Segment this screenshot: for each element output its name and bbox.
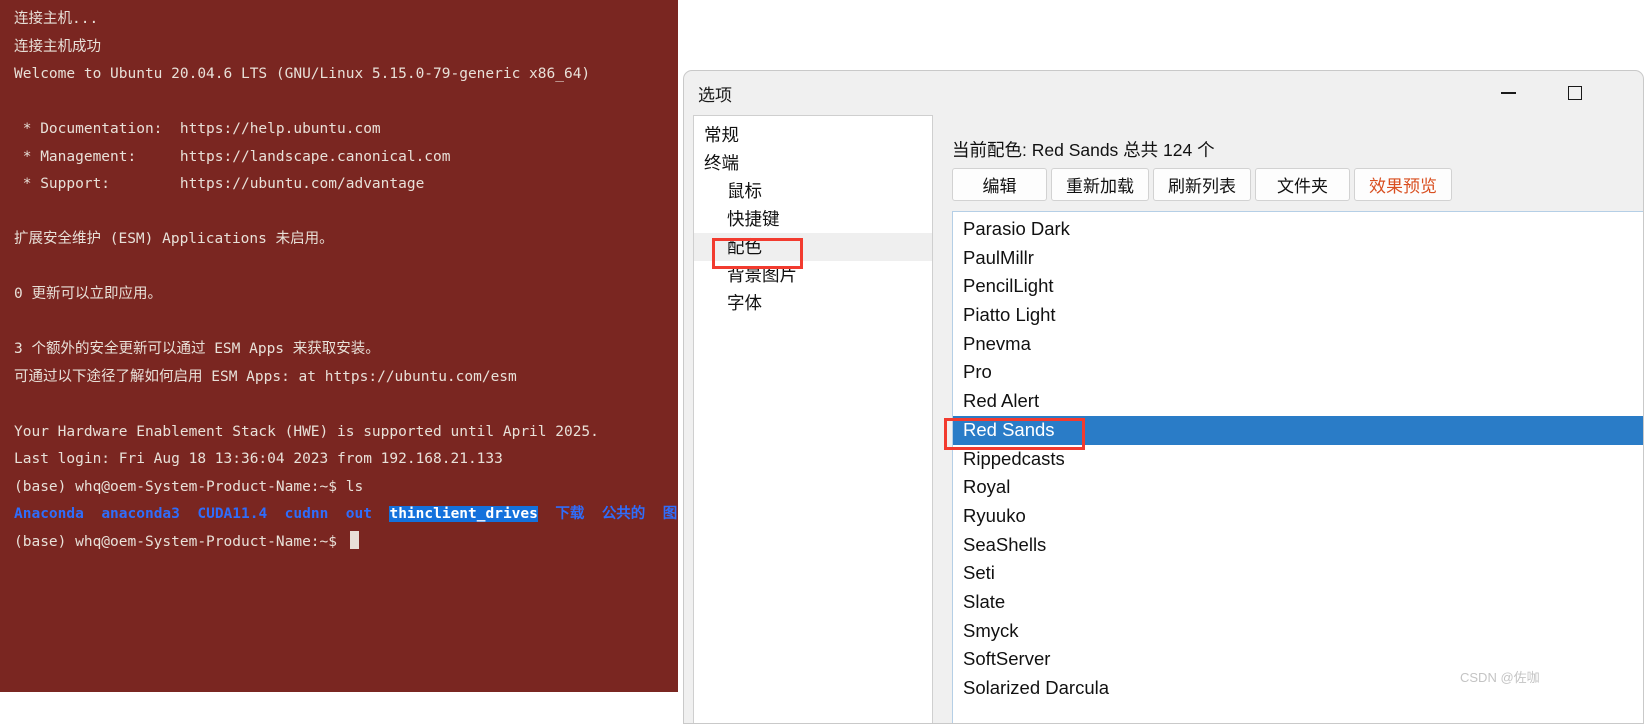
sidebar-item-label: 字体 [727, 293, 762, 313]
sidebar-item-label: 终端 [704, 153, 739, 173]
watermark: CSDN @佐咖 [1460, 670, 1540, 685]
terminal-prompt-line: (base) whq@oem-System-Product-Name:~$ [14, 529, 678, 557]
toolbar-button[interactable]: 重新加载 [1051, 168, 1149, 201]
terminal-cursor [349, 530, 359, 549]
scheme-list-item[interactable]: Red Alert [953, 387, 1643, 416]
scheme-list-item[interactable]: Piatto Light [953, 301, 1643, 330]
dialog-titlebar[interactable]: 选项 [684, 71, 1643, 115]
toolbar-button[interactable]: 文件夹 [1255, 168, 1350, 201]
terminal-line: 可通过以下途径了解如何启用 ESM Apps: at https://ubunt… [14, 368, 517, 385]
terminal-line: 0 更新可以立即应用。 [14, 286, 162, 302]
scheme-list-item[interactable]: Red Sands [953, 415, 1643, 445]
sidebar-item-label: 背景图片 [727, 265, 797, 285]
ls-entry: cudnn [284, 506, 329, 522]
ls-entry: out [345, 506, 372, 522]
sidebar-item[interactable]: 鼠标 [694, 177, 932, 205]
scheme-list-item[interactable]: PencilLight [953, 272, 1643, 301]
sidebar-item[interactable]: 常规 [694, 121, 932, 149]
terminal-line: 连接主机成功 [14, 38, 101, 55]
ls-entry: anaconda3 [101, 506, 180, 522]
sidebar-item-label: 常规 [704, 125, 739, 145]
scheme-list-item[interactable]: Smyck [953, 617, 1643, 646]
sidebar-item-label: 快捷键 [727, 209, 780, 229]
ls-entry: thinclient_drives [389, 506, 538, 522]
sidebar-item[interactable]: 背景图片 [694, 261, 932, 289]
sidebar-item-label: 配色 [727, 237, 762, 257]
toolbar-button[interactable]: 刷新列表 [1153, 168, 1251, 201]
sidebar-item[interactable]: 配色 [694, 233, 932, 261]
scheme-toolbar: 编辑 重新加载 刷新列表 文件夹 效果预览 [952, 168, 1452, 201]
scheme-list-item[interactable]: PaulMillr [953, 244, 1643, 273]
options-dialog: 选项 常规终端鼠标快捷键配色背景图片字体 当前配色: Red Sands 总共 … [683, 70, 1644, 724]
ls-entry: 公共的 [601, 506, 646, 522]
scheme-list-item[interactable]: Rippedcasts [953, 445, 1643, 474]
terminal-line: * Management: https://landscape.canonica… [14, 148, 451, 165]
terminal-line: 连接主机... [14, 11, 99, 27]
scheme-list-item[interactable]: Royal [953, 473, 1643, 502]
minimize-button[interactable] [1485, 71, 1531, 115]
maximize-icon [1568, 86, 1582, 100]
terminal-line: * Support: https://ubuntu.com/advantage [14, 176, 425, 192]
terminal-ls-output: Anaconda anaconda3 CUDA11.4 cudnn out th… [14, 501, 678, 529]
terminal-line: 扩展安全维护 (ESM) Applications 未启用。 [14, 231, 334, 247]
ls-entry: Anaconda [14, 506, 84, 522]
terminal-line: Welcome to Ubuntu 20.04.6 LTS (GNU/Linux… [14, 66, 591, 82]
terminal-bottom-strip [0, 692, 678, 724]
terminal-prompt-line: (base) whq@oem-System-Product-Name:~$ ls [14, 478, 364, 495]
settings-sidebar[interactable]: 常规终端鼠标快捷键配色背景图片字体 [693, 115, 933, 723]
terminal-window[interactable]: 连接主机... 连接主机成功 Welcome to Ubuntu 20.04.6 L… [0, 0, 678, 692]
sidebar-item-list: 常规终端鼠标快捷键配色背景图片字体 [694, 116, 932, 317]
sidebar-item[interactable]: 字体 [694, 289, 932, 317]
scheme-list-item[interactable]: Ryuuko [953, 502, 1643, 531]
terminal-line: * Documentation: https://help.ubuntu.com [14, 121, 381, 137]
scheme-list-item[interactable]: SeaShells [953, 531, 1643, 560]
scheme-list-item[interactable]: Slate [953, 588, 1643, 617]
dialog-title: 选项 [698, 86, 732, 105]
terminal-prompt-text: (base) whq@oem-System-Product-Name:~$ [14, 533, 346, 550]
sidebar-item[interactable]: 快捷键 [694, 205, 932, 233]
terminal-line: Your Hardware Enablement Stack (HWE) is … [14, 423, 599, 440]
color-scheme-panel: 当前配色: Red Sands 总共 124 个 编辑 重新加载 刷新列表 文件夹 效果… [942, 115, 1643, 723]
scheme-list-item[interactable]: SoftServer [953, 645, 1643, 674]
terminal-line: 3 个额外的安全更新可以通过 ESM Apps 来获取安装。 [14, 341, 380, 357]
toolbar-button[interactable]: 编辑 [952, 168, 1047, 201]
color-scheme-listbox[interactable]: Parasio Dark PaulMillr PencilLight Piatto L… [952, 211, 1643, 723]
color-scheme-list-items: Parasio Dark PaulMillr PencilLight Piatto L… [953, 212, 1643, 703]
terminal-output: 连接主机... 连接主机成功 Welcome to Ubuntu 20.04.6 L… [14, 6, 678, 556]
scheme-list-item[interactable]: Pro [953, 358, 1643, 387]
terminal-line: Last login: Fri Aug 18 13:36:04 2023 fro… [14, 451, 503, 467]
minimize-icon [1500, 92, 1516, 94]
ls-entry: 下载 [555, 506, 585, 522]
current-scheme-label: 当前配色: Red Sands 总共 124 个 [952, 140, 1215, 160]
scheme-list-item[interactable]: Seti [953, 559, 1643, 588]
scheme-list-item[interactable]: Parasio Dark [953, 215, 1643, 244]
ls-entry: 图 [662, 506, 678, 522]
scheme-list-item[interactable]: Solarized Darcula [953, 674, 1643, 703]
scheme-list-item[interactable]: Pnevma [953, 330, 1643, 359]
sidebar-item-label: 鼠标 [727, 181, 762, 201]
sidebar-item[interactable]: 终端 [694, 149, 932, 177]
maximize-button[interactable] [1552, 71, 1598, 115]
toolbar-button[interactable]: 效果预览 [1354, 168, 1452, 201]
ls-entry: CUDA11.4 [197, 506, 268, 522]
